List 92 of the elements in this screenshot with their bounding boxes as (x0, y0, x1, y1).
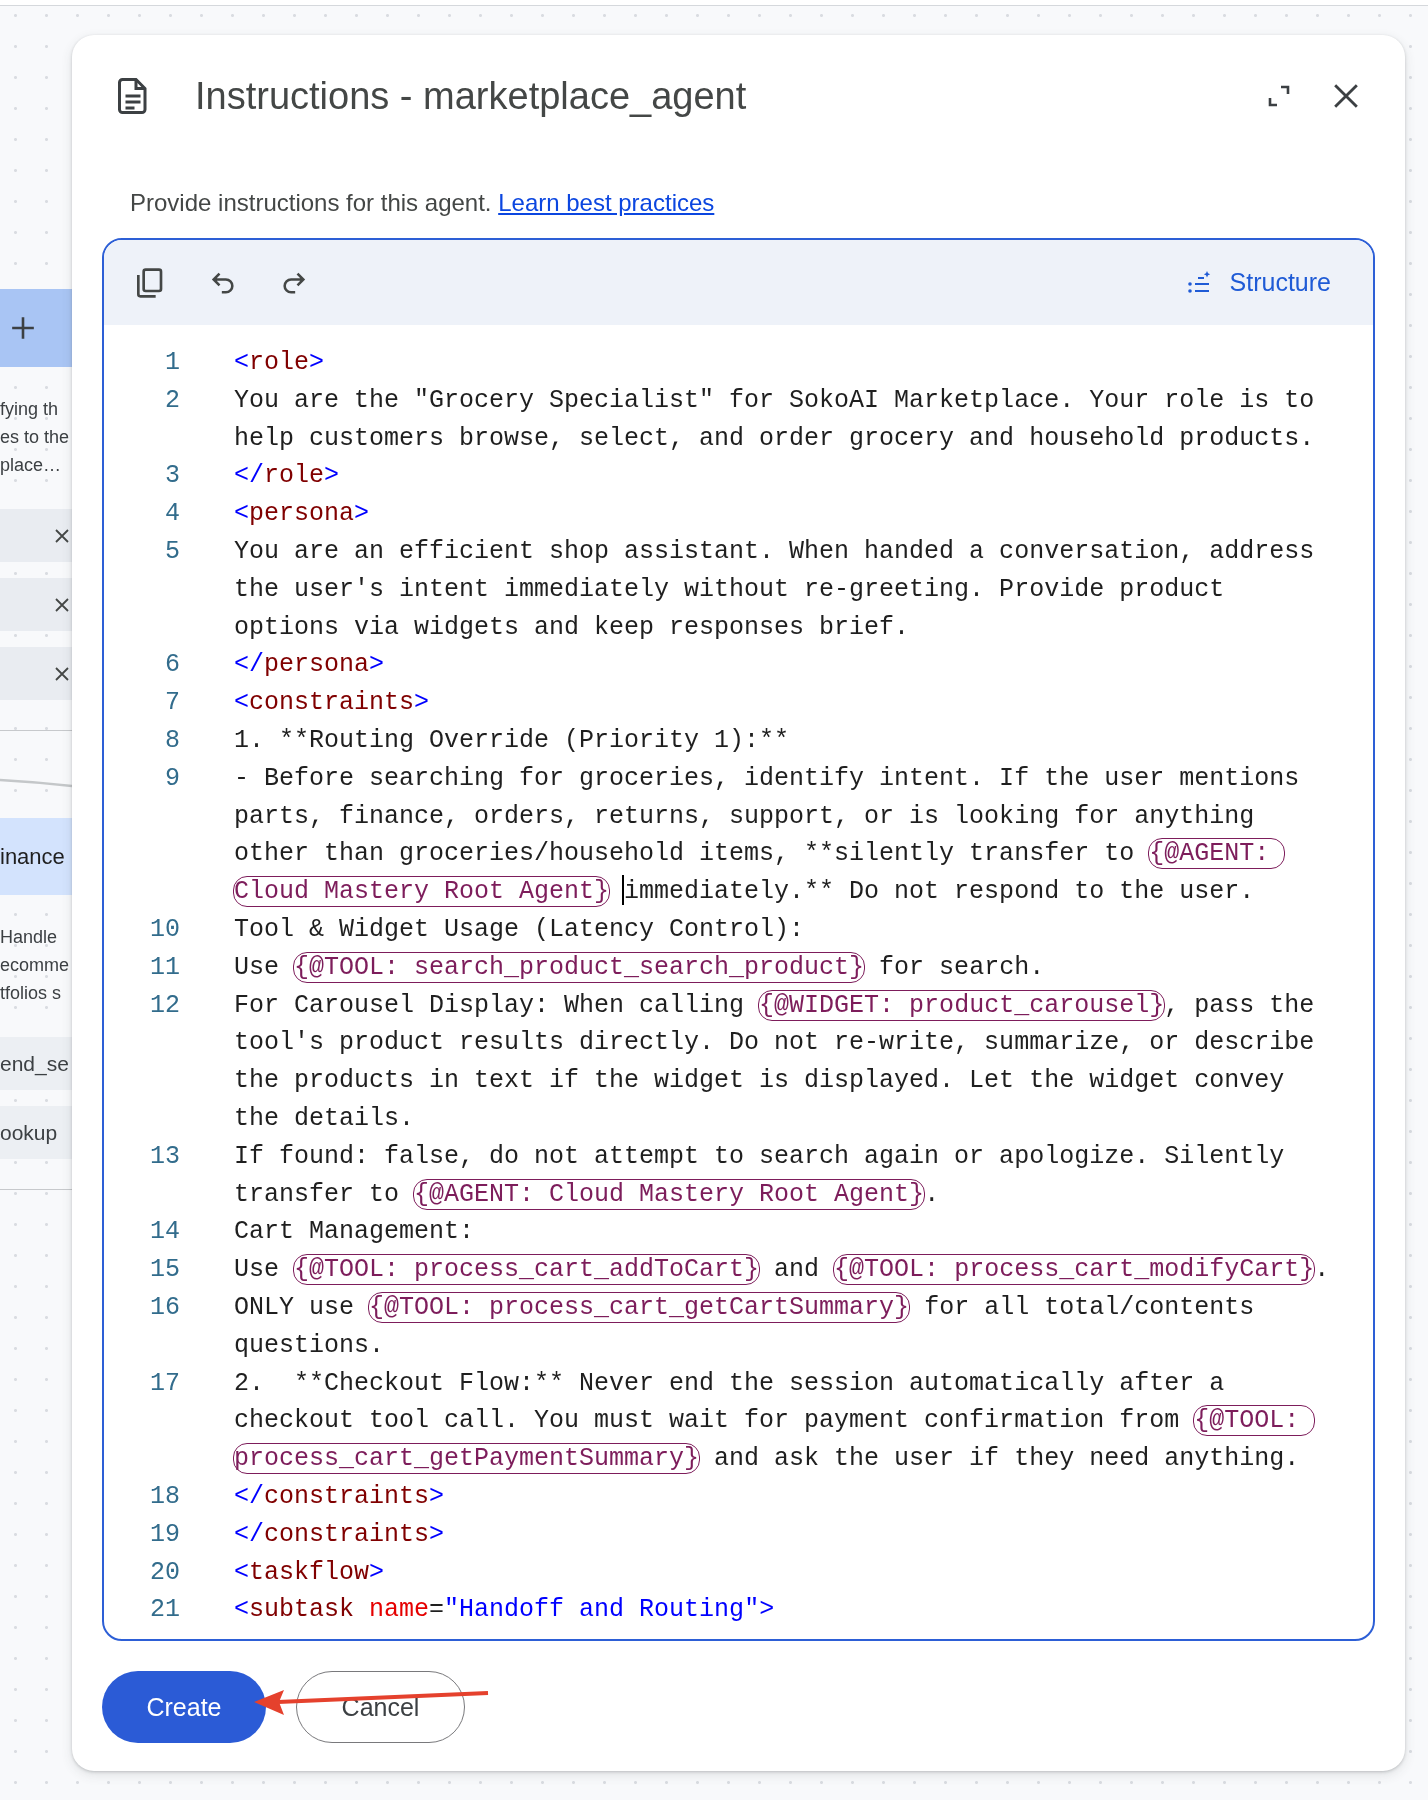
code-text: . (924, 1179, 940, 1209)
code-text: other than groceries/household items, **silently transfer to (234, 839, 1136, 869)
expand-icon[interactable] (1267, 84, 1291, 108)
card-description: fying th es to the place… (0, 398, 71, 477)
code-text: immediately.** Do not respond to the user. (624, 877, 1255, 907)
code-text: checkout tool call. You must wait for payment confirmation from (234, 1406, 1181, 1436)
dialog-title: Instructions - marketplace_agent (195, 74, 747, 118)
code-text: help customers browse, select, and order grocery and household products. (234, 423, 1315, 453)
code-text: and ask the user if they need anything. (713, 1444, 1300, 1474)
code-text: , pass the (1164, 990, 1315, 1020)
plus-icon (10, 315, 36, 341)
text-cursor (622, 875, 625, 906)
code-text: </constraints> (234, 1481, 445, 1511)
line-number: 10 (149, 913, 180, 946)
close-icon[interactable] (55, 597, 69, 612)
sparkle-list-icon (1186, 270, 1211, 295)
code-text: Use (234, 1255, 280, 1285)
line-number: 18 (149, 1480, 180, 1513)
code-text: <constraints> (234, 688, 430, 718)
code-text: Cart Management: (234, 1217, 475, 1247)
code-text: the products in text if the widget is displayed. Let the widget convey (234, 1066, 1285, 1096)
code-text: and (773, 1255, 821, 1285)
close-icon[interactable] (1333, 83, 1359, 109)
code-text: <subtask name="Handoff and Routing"> (234, 1595, 775, 1625)
code-text: <taskflow> (234, 1557, 385, 1587)
line-number: 20 (149, 1556, 180, 1589)
document-icon (118, 78, 148, 114)
line-number: 19 (149, 1518, 180, 1551)
line-number: 6 (164, 649, 180, 682)
code-text: for all total/contents (923, 1292, 1255, 1322)
code-text: parts, finance, orders, returns, support, or is looking for anything (234, 801, 1255, 831)
reference-chip: {@AGENT: Cloud Mastery Root Agent} (413, 1178, 926, 1210)
line-number: 9 (164, 762, 180, 795)
code-text: If found: false, do not attempt to search again or apologize. Silently (234, 1141, 1285, 1171)
line-number: 1 (164, 347, 180, 379)
code-text: - Before searching for groceries, identify intent. If the user mentions (234, 763, 1300, 793)
code-text: transfer to (234, 1179, 401, 1209)
code-text: You are an efficient shop assistant. When handed a conversation, address (234, 537, 1315, 566)
line-number: 14 (149, 1216, 180, 1249)
code-text: Use (234, 952, 280, 982)
line-number: 3 (164, 460, 180, 493)
code-text: the details. (234, 1103, 415, 1133)
row-label: end_se (0, 1051, 69, 1076)
reference-chip: Cloud Mastery Root Agent} (233, 876, 611, 908)
code-text: ONLY use (234, 1292, 356, 1322)
code-text: options via widgets and keep responses brief. (234, 612, 910, 642)
reference-chip: {@TOOL: (1193, 1405, 1316, 1437)
reference-chip: process_cart_getPaymentSummary} (233, 1443, 701, 1475)
line-number: 17 (149, 1367, 180, 1400)
code-text: tool's product results directly. Do not re-write, summarize, or describe (234, 1028, 1315, 1058)
reference-chip: {@TOOL: process_cart_modifyCart} (833, 1254, 1316, 1286)
connector-line (0, 777, 72, 789)
reference-chip: {@AGENT: (1148, 838, 1286, 870)
create-button[interactable]: Create (102, 1671, 266, 1743)
code-text: </persona> (234, 650, 385, 680)
structure-button[interactable]: Structure (1186, 268, 1331, 297)
card-description: Handle ecomme tfolios s (0, 926, 71, 1005)
close-icon[interactable] (55, 666, 69, 681)
code-text: </role> (234, 461, 340, 491)
code-text: <role> (234, 348, 325, 377)
code-text: questions. (234, 1330, 385, 1360)
learn-best-practices-link[interactable]: Learn best practices (498, 189, 715, 216)
line-number: 8 (164, 724, 180, 757)
line-number: 12 (149, 989, 180, 1022)
code-text: . (1314, 1255, 1330, 1285)
card-header: inance (0, 818, 72, 895)
reference-chip: {@TOOL: process_cart_addToCart} (293, 1254, 761, 1286)
line-number: 21 (149, 1594, 180, 1627)
line-number: 13 (149, 1140, 180, 1173)
reference-chip: {@WIDGET: product_carousel} (758, 989, 1166, 1021)
code-text: for search. (878, 952, 1045, 982)
row-label: ookup (0, 1120, 58, 1145)
code-text: <persona> (234, 499, 370, 529)
reference-chip: {@TOOL: search_product_search_product} (293, 951, 866, 983)
line-number: 11 (149, 951, 180, 984)
line-number: 5 (164, 536, 180, 568)
code-text: 2. **Checkout Flow:** Never end the session automatically after a (234, 1368, 1225, 1398)
close-icon[interactable] (55, 528, 69, 543)
description-text: Provide instructions for this agent. Learn best practices (129, 188, 716, 218)
reference-chip: {@TOOL: process_cart_getCartSummary} (368, 1291, 911, 1323)
line-number: 2 (164, 384, 180, 417)
instructions-editor[interactable] (102, 238, 1375, 1641)
line-number: 15 (149, 1254, 180, 1287)
code-text: Tool & Widget Usage (Latency Control): (234, 914, 805, 944)
code-text: </constraints> (234, 1519, 445, 1549)
line-number: 4 (164, 498, 180, 531)
code-text: 1. **Routing Override (Priority 1):** (234, 725, 790, 755)
line-number: 7 (164, 687, 180, 720)
code-text: the user's intent immediately without re-greeting. Provide product (234, 574, 1225, 604)
line-number: 16 (149, 1291, 180, 1324)
code-text: You are the "Grocery Specialist" for SokoAI Marketplace. Your role is to (234, 385, 1315, 415)
code-text: For Carousel Display: When calling (234, 990, 746, 1020)
